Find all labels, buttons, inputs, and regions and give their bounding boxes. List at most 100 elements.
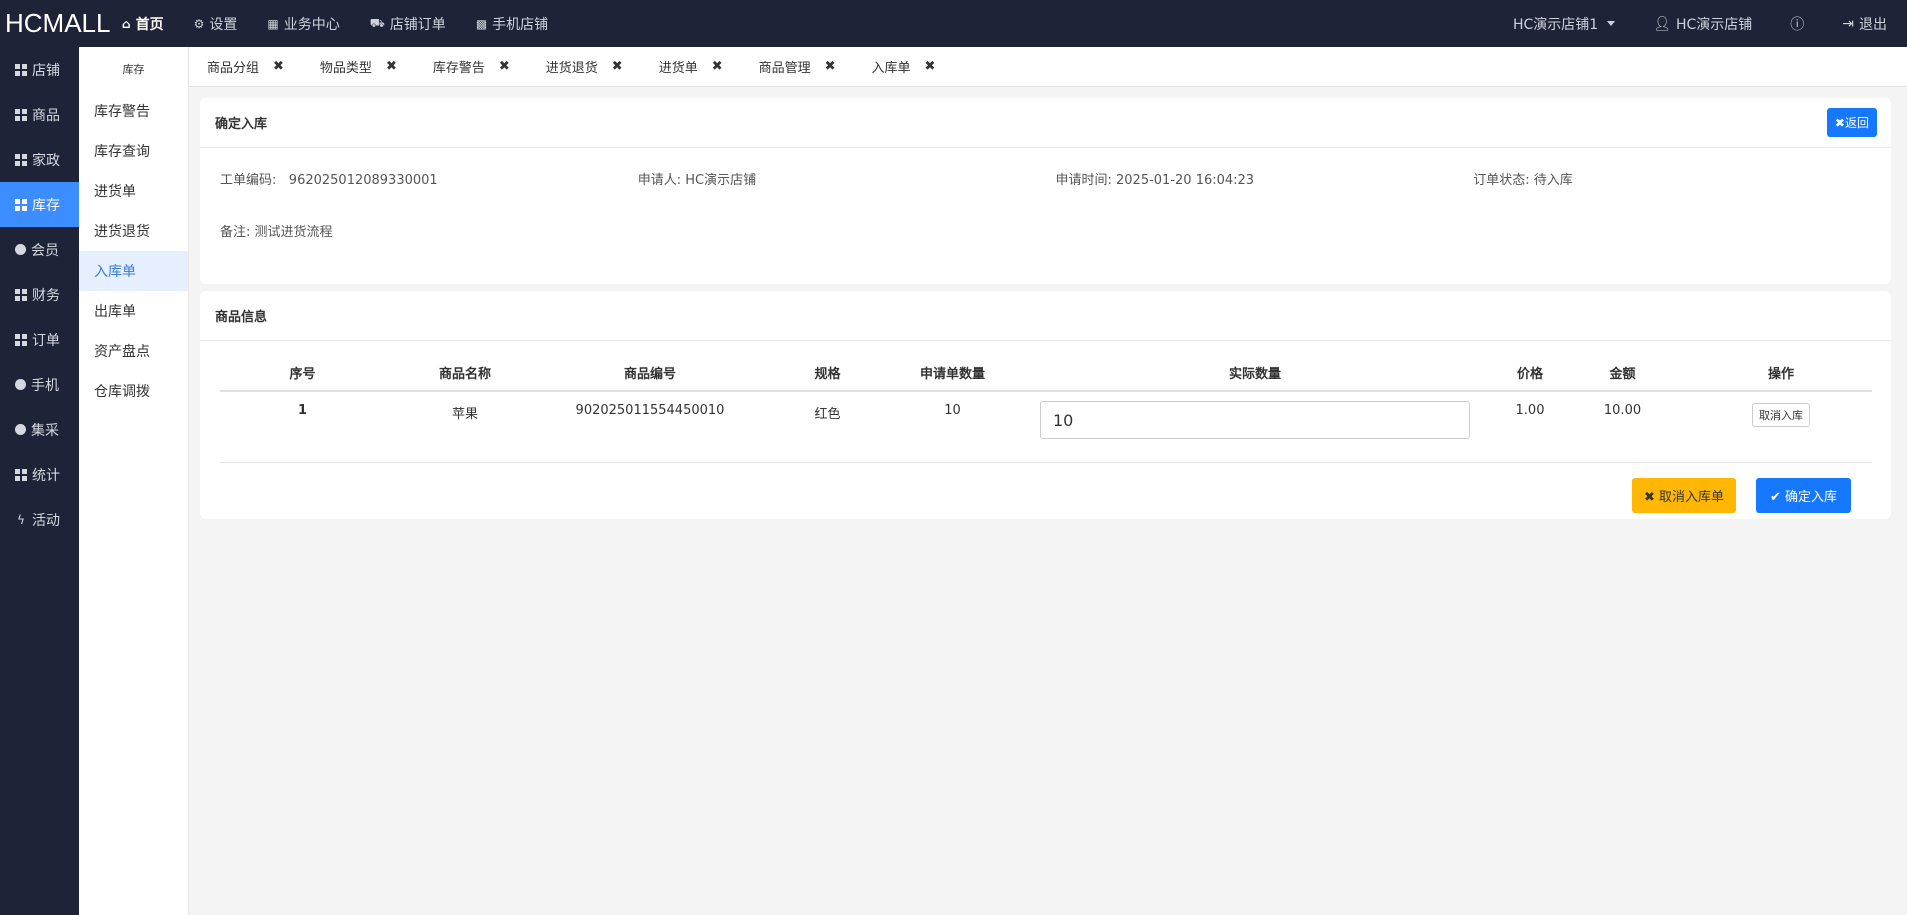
tab-inbound-order[interactable]: 入库单 ✖ — [854, 57, 954, 76]
sidebar-item-store[interactable]: 店铺 — [0, 47, 79, 92]
tab-label: 商品分组 — [207, 61, 260, 76]
tab-item-type[interactable]: 物品类型 ✖ — [302, 57, 415, 76]
goods-info-card: 商品信息 序号 商品名称 商品编号 规格 申请单数量 实际数量 价格 金额 操作… — [200, 291, 1891, 519]
col-amount: 金额 — [1555, 354, 1690, 392]
logout-button[interactable]: ⇥ 退出 — [1842, 14, 1887, 34]
tab-goods-group[interactable]: 商品分组 ✖ — [189, 57, 302, 76]
card-title: 商品信息 — [200, 291, 1891, 341]
user-menu[interactable]: 👤︎ HC演示店铺 — [1653, 14, 1752, 34]
sidebar-item-label: 会员 — [31, 242, 59, 259]
close-icon[interactable]: ✖ — [825, 59, 836, 74]
cancel-inbound-order-button[interactable]: ✖ 取消入库单 — [1631, 478, 1736, 513]
sidebar-item-members[interactable]: 会员 — [0, 227, 79, 272]
sidebar-item-label: 统计 — [32, 467, 60, 484]
subnav-warehouse-transfer[interactable]: 仓库调拨 — [79, 371, 188, 411]
top-right-menu: HC演示店铺1 👤︎ HC演示店铺 ⓘ ⇥ 退出 — [1475, 0, 1907, 47]
sidebar-item-goods[interactable]: 商品 — [0, 92, 79, 137]
tab-purchase-order[interactable]: 进货单 ✖ — [641, 57, 741, 76]
cell-amount: 10.00 — [1555, 391, 1690, 463]
confirm-inbound-card: 确定入库 ✖返回 工单编码: 962025012089330001 申请人: H… — [200, 98, 1891, 284]
sidebar-item-label: 订单 — [32, 332, 60, 349]
close-icon[interactable]: ✖ — [612, 59, 623, 74]
close-icon[interactable]: ✖ — [273, 59, 284, 74]
close-icon[interactable]: ✖ — [386, 59, 397, 74]
check-icon: ✔ — [1769, 490, 1781, 505]
tab-label: 进货退货 — [545, 61, 598, 76]
nav-home[interactable]: ⌂ 首页 — [122, 14, 164, 34]
grid-icon — [15, 333, 27, 346]
nav-label: 手机店铺 — [492, 16, 549, 33]
col-apply-qty: 申请单数量 — [900, 354, 1005, 392]
subnav-purchase-order[interactable]: 进货单 — [79, 171, 188, 211]
help-icon: ⓘ — [1790, 16, 1805, 33]
home-icon: ⌂ — [122, 16, 131, 31]
brand-logo[interactable]: HCMALL — [0, 8, 112, 39]
sidebar-item-finance[interactable]: 财务 — [0, 272, 79, 317]
logout-label: 退出 — [1859, 16, 1887, 33]
nav-business-center[interactable]: ▦ 业务中心 — [267, 14, 339, 34]
nav-store-orders[interactable]: ⛟ 店铺订单 — [370, 14, 446, 34]
page-tabs: 商品分组 ✖ 物品类型 ✖ 库存警告 ✖ 进货退货 ✖ 进货单 ✖ 商品管理 ✖ 入库单 ✖ — [189, 47, 1907, 87]
sidebar-item-orders[interactable]: 订单 — [0, 317, 79, 362]
cell-name: 苹果 — [385, 391, 545, 463]
subnav-asset-inventory[interactable]: 资产盘点 — [79, 331, 188, 371]
goods-table: 序号 商品名称 商品编号 规格 申请单数量 实际数量 价格 金额 操作 1 苹果… — [220, 354, 1872, 463]
order-number-label: 工单编码: — [220, 173, 277, 188]
remark-row: 备注: 测试进货流程 — [200, 221, 1891, 240]
subnav-purchase-return[interactable]: 进货退货 — [79, 211, 188, 251]
nav-mobile-store[interactable]: ▩ 手机店铺 — [476, 14, 548, 34]
sidebar-item-statistics[interactable]: 统计 — [0, 452, 79, 497]
sub-sidebar: 库存 库存警告 库存查询 进货单 进货退货 入库单 出库单 资产盘点 仓库调拨 — [79, 47, 189, 915]
nav-label: 设置 — [209, 16, 238, 33]
sidebar-item-procurement[interactable]: 集采 — [0, 407, 79, 452]
sidebar-item-label: 财务 — [32, 287, 60, 304]
tab-label: 入库单 — [871, 61, 911, 76]
globe-icon — [15, 244, 26, 255]
calculator-icon: ▦ — [267, 16, 279, 31]
table-header-row: 序号 商品名称 商品编号 规格 申请单数量 实际数量 价格 金额 操作 — [220, 354, 1872, 392]
sidebar-item-housekeeping[interactable]: 家政 — [0, 137, 79, 182]
qrcode-icon: ▩ — [475, 16, 488, 31]
cancel-inbound-item-button[interactable]: 取消入库 — [1752, 403, 1810, 427]
grid-icon — [15, 108, 27, 121]
cart-icon: ⛟ — [369, 15, 385, 30]
order-number: 工单编码: 962025012089330001 — [220, 169, 638, 188]
sidebar-item-inventory[interactable]: 库存 — [0, 182, 79, 227]
close-icon[interactable]: ✖ — [499, 59, 510, 74]
grid-icon — [15, 468, 27, 481]
help-button[interactable]: ⓘ — [1790, 14, 1804, 34]
sidebar-item-label: 手机 — [31, 377, 59, 394]
tab-goods-management[interactable]: 商品管理 ✖ — [741, 57, 854, 76]
sidebar-item-label: 家政 — [32, 152, 60, 169]
close-icon[interactable]: ✖ — [712, 59, 723, 74]
subnav-inbound-order[interactable]: 入库单 — [79, 251, 188, 291]
caret-down-icon — [1607, 21, 1616, 26]
col-name: 商品名称 — [385, 354, 545, 392]
confirm-inbound-button[interactable]: ✔ 确定入库 — [1755, 478, 1851, 513]
grid-icon — [15, 153, 27, 166]
order-status: 订单状态: 待入库 — [1473, 173, 1573, 188]
cell-price: 1.00 — [1505, 391, 1555, 463]
tab-purchase-return[interactable]: 进货退货 ✖ — [528, 57, 641, 76]
sidebar-item-activity[interactable]: ϟ 活动 — [0, 497, 79, 542]
return-button[interactable]: ✖返回 — [1826, 108, 1877, 137]
subnav-stock-warning[interactable]: 库存警告 — [79, 91, 188, 131]
actual-quantity-input[interactable] — [1040, 401, 1470, 439]
subnav-stock-query[interactable]: 库存查询 — [79, 131, 188, 171]
col-spec: 规格 — [755, 354, 900, 392]
sidebar-item-label: 集采 — [31, 422, 59, 439]
col-actual-qty: 实际数量 — [1005, 354, 1505, 392]
grid-icon — [15, 198, 27, 211]
sidebar-item-label: 活动 — [32, 512, 60, 529]
cell-apply-qty: 10 — [900, 391, 1005, 463]
close-icon[interactable]: ✖ — [925, 59, 936, 74]
tab-stock-warning[interactable]: 库存警告 ✖ — [415, 57, 528, 76]
gear-icon: ⚙ — [193, 16, 205, 31]
store-select-dropdown[interactable]: HC演示店铺1 — [1513, 14, 1616, 34]
nav-label: 业务中心 — [283, 16, 340, 33]
top-navbar: HCMALL ⌂ 首页 ⚙ 设置 ▦ 业务中心 ⛟ 店铺订单 ▩ 手机店铺 HC演示店铺1… — [0, 0, 1907, 47]
apply-time: 申请时间: 2025-01-20 16:04:23 — [1055, 173, 1255, 188]
sidebar-item-mobile[interactable]: 手机 — [0, 362, 79, 407]
subnav-outbound-order[interactable]: 出库单 — [79, 291, 188, 331]
nav-settings[interactable]: ⚙ 设置 — [194, 14, 238, 34]
